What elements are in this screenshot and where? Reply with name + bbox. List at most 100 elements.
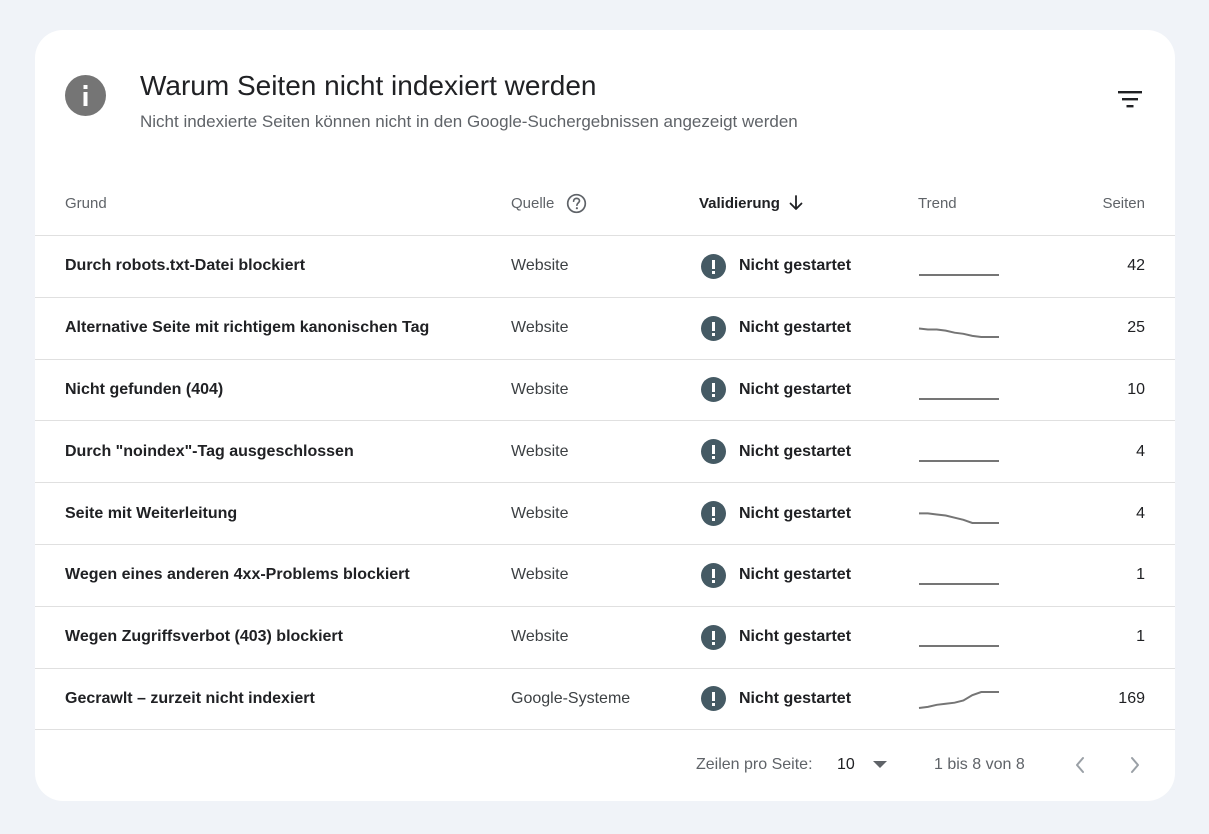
row-validierung: Nicht gestartet — [701, 669, 851, 730]
table-row[interactable]: Gecrawlt – zurzeit nicht indexiert Google… — [35, 669, 1175, 731]
warning-icon — [701, 624, 726, 650]
row-trend — [918, 236, 1000, 297]
table-row[interactable]: Seite mit Weiterleitung Website Nicht gest… — [35, 483, 1175, 545]
row-quelle: Website — [511, 380, 569, 398]
table-body: Durch robots.txt-Datei blockiert Website N… — [35, 236, 1175, 731]
row-trend — [918, 298, 1000, 359]
column-header-seiten[interactable]: Seiten — [1102, 170, 1145, 236]
row-grund: Gecrawlt – zurzeit nicht indexiert — [65, 689, 315, 707]
row-validierung: Nicht gestartet — [701, 421, 851, 482]
validation-status: Nicht gestartet — [739, 257, 852, 275]
chevron-left-icon — [1076, 757, 1084, 773]
row-seiten: 169 — [1118, 689, 1145, 707]
rows-per-page-label: Zeilen pro Seite: — [696, 756, 813, 773]
validation-status: Nicht gestartet — [739, 380, 852, 398]
warning-icon — [701, 315, 726, 341]
row-validierung: Nicht gestartet — [701, 298, 851, 359]
trend-sparkline — [919, 511, 999, 524]
column-header-trend[interactable]: Trend — [918, 170, 957, 236]
row-trend — [918, 421, 1000, 482]
trend-sparkline — [919, 645, 999, 648]
warning-icon — [701, 377, 726, 403]
trend-sparkline — [919, 459, 999, 462]
dropdown-arrow-icon — [872, 761, 887, 769]
row-grund: Durch robots.txt-Datei blockiert — [65, 257, 306, 275]
help-icon[interactable] — [566, 193, 587, 214]
row-grund: Seite mit Weiterleitung — [65, 504, 238, 522]
row-quelle: Website — [511, 628, 569, 646]
row-validierung: Nicht gestartet — [701, 607, 851, 668]
filter-icon — [1118, 91, 1142, 108]
row-trend — [918, 360, 1000, 421]
row-validierung: Nicht gestartet — [701, 360, 851, 421]
row-quelle: Website — [511, 257, 569, 275]
row-validierung: Nicht gestartet — [701, 236, 851, 297]
column-header-grund[interactable]: Grund — [65, 170, 107, 236]
table-row[interactable]: Durch "noindex"-Tag ausgeschlossen Websit… — [35, 421, 1175, 484]
sort-arrow-down-icon — [788, 194, 804, 212]
row-seiten: 1 — [1136, 566, 1145, 584]
row-seiten: 4 — [1136, 442, 1145, 460]
page-title: Warum Seiten nicht indexiert werden — [140, 70, 597, 101]
row-quelle: Website — [511, 319, 569, 337]
warning-icon — [701, 562, 726, 588]
validation-status: Nicht gestartet — [739, 319, 852, 337]
row-quelle: Website — [511, 504, 569, 522]
trend-sparkline — [919, 274, 999, 277]
previous-page-button[interactable] — [1068, 751, 1092, 779]
row-grund: Nicht gefunden (404) — [65, 380, 224, 398]
column-header-quelle-label: Quelle — [511, 194, 555, 212]
row-quelle: Website — [511, 442, 569, 460]
row-trend — [918, 545, 1000, 606]
row-trend — [918, 483, 1000, 544]
column-header-validierung[interactable]: Validierung — [699, 170, 804, 236]
table-header: Grund Quelle Validierung Trend Seiten — [35, 170, 1175, 236]
warning-icon — [701, 501, 726, 527]
table-row[interactable]: Nicht gefunden (404) Website Nicht gestart… — [35, 360, 1175, 422]
row-trend — [918, 669, 1000, 730]
row-grund: Wegen Zugriffsverbot (403) blockiert — [65, 628, 343, 646]
row-validierung: Nicht gestartet — [701, 545, 851, 606]
trend-line — [918, 327, 999, 339]
page-subtitle: Nicht indexierte Seiten können nicht in … — [140, 112, 798, 131]
pagination-range: 1 bis 8 von 8 — [934, 756, 1025, 773]
table-row[interactable]: Wegen eines anderen 4xx-Problems blockie… — [35, 545, 1175, 607]
row-seiten: 4 — [1136, 504, 1145, 522]
row-seiten: 42 — [1127, 257, 1145, 275]
trend-sparkline — [918, 690, 999, 709]
column-header-validierung-label: Validierung — [699, 194, 780, 212]
row-quelle: Google-Systeme — [511, 689, 631, 707]
row-trend — [918, 607, 1000, 668]
report-card: Warum Seiten nicht indexiert werden Nich… — [35, 30, 1175, 801]
row-grund: Wegen eines anderen 4xx-Problems blockie… — [65, 566, 410, 584]
validation-status: Nicht gestartet — [739, 504, 852, 522]
validation-status: Nicht gestartet — [739, 566, 852, 584]
next-page-button[interactable] — [1123, 751, 1147, 779]
table-row[interactable]: Durch robots.txt-Datei blockiert Website N… — [35, 236, 1175, 298]
row-quelle: Website — [511, 566, 569, 584]
row-grund: Alternative Seite mit richtigem kanonisc… — [65, 319, 430, 337]
info-icon — [65, 75, 106, 116]
pagination-footer: Zeilen pro Seite: 10 1 bis 8 von 8 — [35, 730, 1175, 801]
warning-icon — [701, 439, 726, 465]
rows-per-page-value: 10 — [837, 756, 855, 773]
validation-status: Nicht gestartet — [739, 442, 852, 460]
trend-sparkline — [919, 583, 999, 586]
validation-status: Nicht gestartet — [739, 689, 852, 707]
row-validierung: Nicht gestartet — [701, 483, 851, 544]
column-header-quelle[interactable]: Quelle — [511, 170, 587, 236]
row-seiten: 25 — [1127, 319, 1145, 337]
table-row[interactable]: Alternative Seite mit richtigem kanonisc… — [35, 298, 1175, 360]
trend-line — [918, 690, 999, 709]
warning-icon — [701, 686, 726, 712]
filter-button[interactable] — [1113, 82, 1147, 116]
row-seiten: 1 — [1136, 628, 1145, 646]
table-row[interactable]: Wegen Zugriffsverbot (403) blockiert Webs… — [35, 607, 1175, 669]
row-seiten: 10 — [1127, 380, 1145, 398]
validation-status: Nicht gestartet — [739, 628, 852, 646]
row-grund: Durch "noindex"-Tag ausgeschlossen — [65, 442, 354, 460]
trend-line — [919, 511, 999, 524]
trend-sparkline — [918, 327, 999, 339]
warning-icon — [701, 253, 726, 279]
rows-per-page-select[interactable]: 10 — [837, 756, 887, 774]
